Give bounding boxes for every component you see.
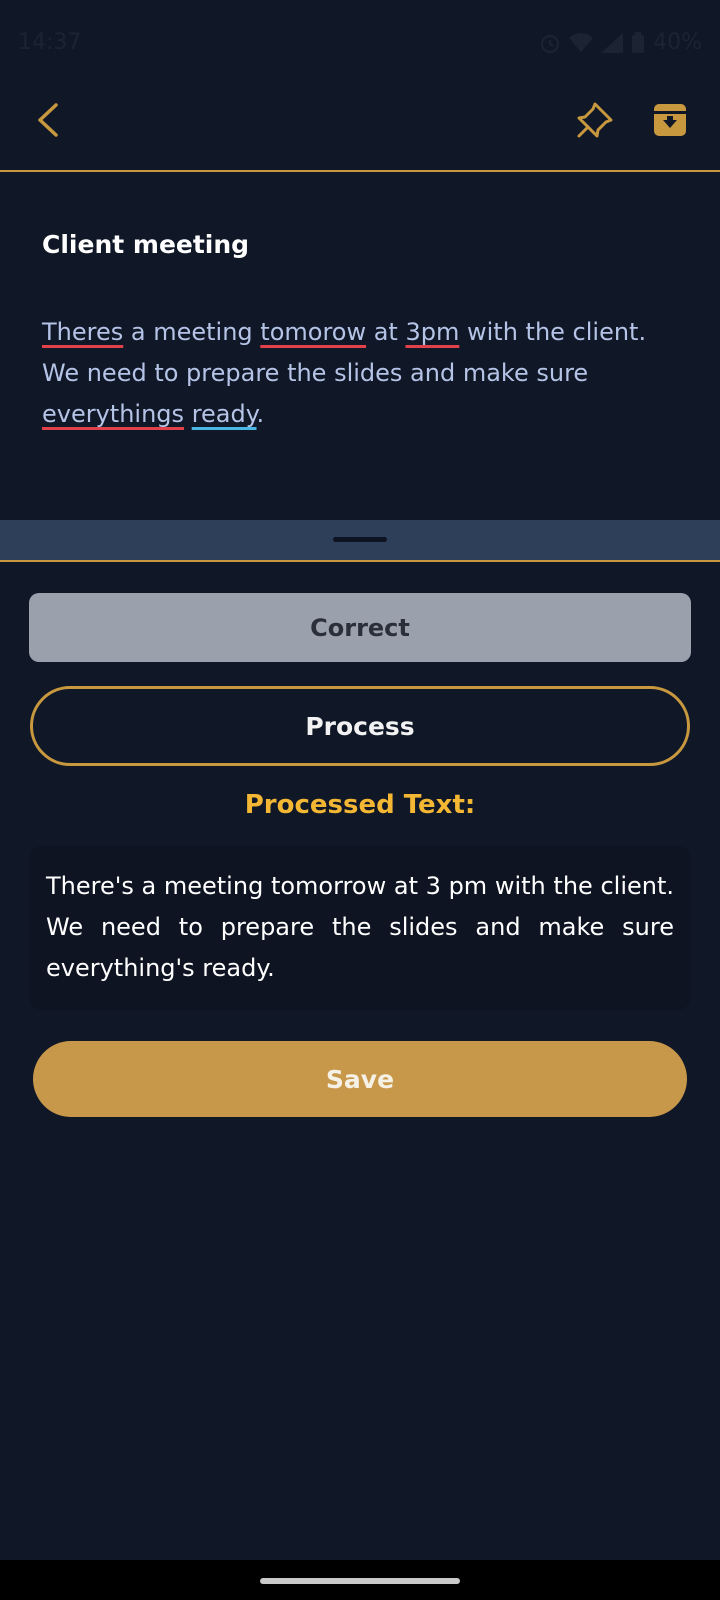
sheet-drag-handle[interactable] — [0, 520, 720, 560]
misspelled-word[interactable]: Theres — [42, 318, 123, 346]
drag-grip — [333, 537, 387, 542]
misspelled-word[interactable]: tomorow — [260, 318, 366, 346]
battery-icon — [632, 31, 645, 53]
note-body[interactable]: Theres a meeting tomorow at 3pm with the… — [42, 312, 682, 435]
signal-icon — [601, 32, 624, 53]
status-time: 14:37 — [18, 30, 82, 55]
processed-text: There's a meeting tomorrow at 3 pm with … — [46, 872, 674, 982]
pin-icon — [577, 102, 613, 138]
alarm-icon — [541, 34, 560, 53]
processed-text-label: Processed Text: — [244, 790, 476, 820]
save-button[interactable]: Save — [33, 1041, 687, 1117]
status-icons: 40% — [539, 30, 702, 55]
note-text: at — [366, 318, 406, 346]
navigation-bar — [0, 1560, 720, 1600]
wifi-icon — [569, 32, 594, 52]
archive-button[interactable] — [650, 100, 690, 140]
misspelled-word[interactable]: everythings — [42, 400, 184, 428]
note-text — [184, 400, 192, 428]
grammar-hint-word[interactable]: ready — [192, 400, 257, 428]
processed-text-box: There's a meeting tomorrow at 3 pm with … — [30, 846, 690, 1010]
home-gesture-handle[interactable] — [260, 1578, 460, 1584]
battery-percent: 40% — [653, 30, 702, 55]
chevron-left-icon — [38, 103, 58, 137]
correct-button[interactable]: Correct — [29, 593, 691, 662]
status-bar: 14:37 40% — [0, 0, 720, 84]
process-button[interactable]: Process — [30, 686, 690, 766]
app-bar — [0, 84, 720, 170]
back-button[interactable] — [30, 100, 70, 140]
note-text: . — [256, 400, 265, 428]
archive-icon — [654, 104, 686, 136]
note-text: a meeting — [123, 318, 261, 346]
note-title[interactable]: Client meeting — [42, 230, 249, 259]
misspelled-word[interactable]: 3pm — [405, 318, 459, 346]
pin-button[interactable] — [573, 98, 617, 142]
header-divider — [0, 170, 720, 172]
sheet-divider — [0, 560, 720, 562]
